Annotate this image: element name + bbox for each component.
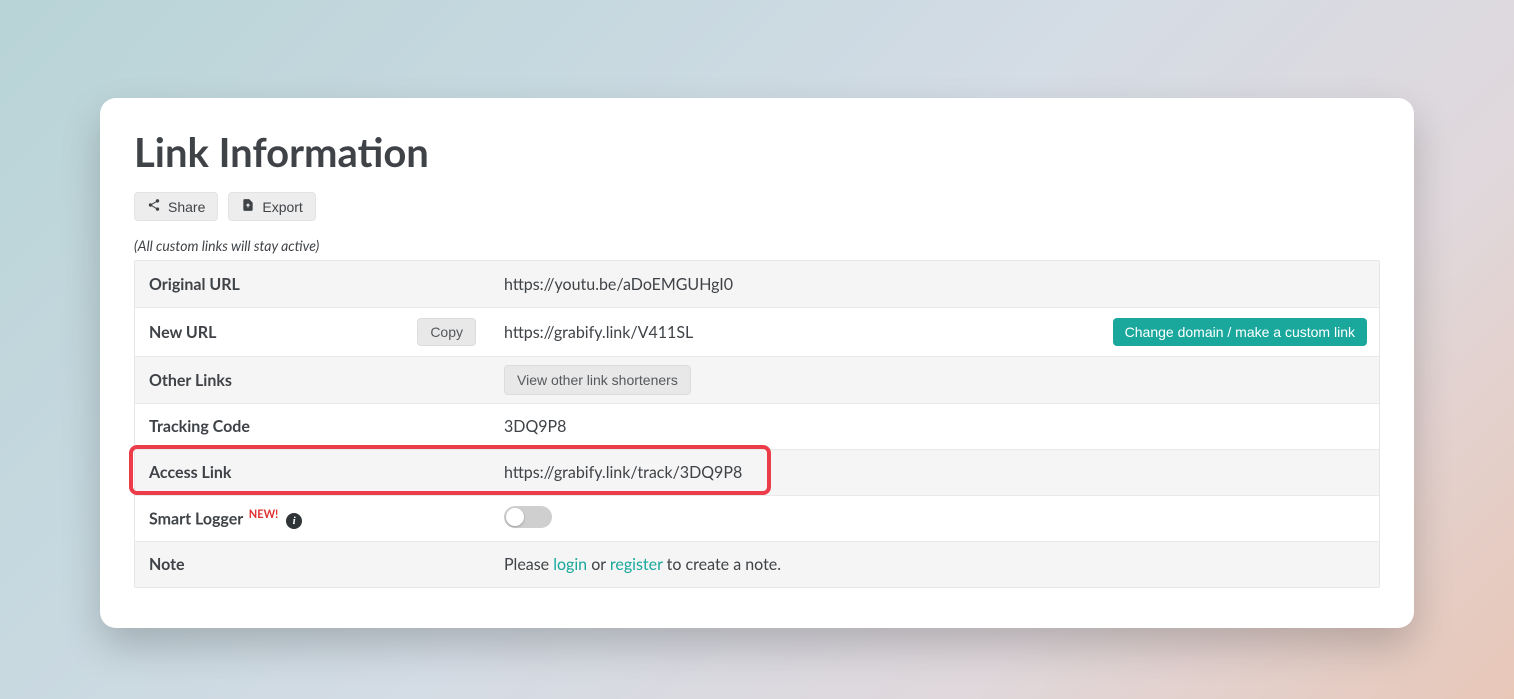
- label-access-link: Access Link: [135, 449, 490, 495]
- row-other-links: Other Links View other link shorteners: [135, 356, 1379, 403]
- share-button[interactable]: Share: [134, 192, 218, 221]
- row-tracking-code: Tracking Code 3DQ9P8: [135, 403, 1379, 449]
- value-new-url: https://grabify.link/V411SL Change domai…: [490, 307, 1379, 356]
- value-access-link: https://grabify.link/track/3DQ9P8: [490, 449, 1379, 495]
- label-other-links: Other Links: [135, 356, 490, 403]
- value-tracking-code: 3DQ9P8: [490, 403, 1379, 449]
- row-smart-logger: Smart Logger NEW! i: [135, 495, 1379, 541]
- login-link[interactable]: login: [553, 555, 587, 574]
- value-new-url-text: https://grabify.link/V411SL: [504, 323, 693, 342]
- page-title: Link Information: [134, 128, 1380, 176]
- toggle-knob: [506, 508, 524, 526]
- share-icon: [147, 198, 161, 215]
- value-original-url: https://youtu.be/aDoEMGUHgI0: [490, 261, 1379, 307]
- table-wrapper: Original URL https://youtu.be/aDoEMGUHgI…: [134, 260, 1380, 588]
- smart-logger-toggle[interactable]: [504, 506, 552, 528]
- action-row: Share Export: [134, 192, 1380, 221]
- view-other-link-shorteners-button[interactable]: View other link shorteners: [504, 365, 691, 395]
- value-note: Please login or register to create a not…: [490, 541, 1379, 587]
- export-icon: [241, 198, 255, 215]
- copy-button[interactable]: Copy: [417, 318, 476, 346]
- label-smart-logger-text: Smart Logger: [149, 510, 243, 529]
- label-original-url: Original URL: [135, 261, 490, 307]
- row-original-url: Original URL https://youtu.be/aDoEMGUHgI…: [135, 261, 1379, 307]
- label-tracking-code: Tracking Code: [135, 403, 490, 449]
- export-button[interactable]: Export: [228, 192, 315, 221]
- subnote: (All custom links will stay active): [134, 237, 1380, 254]
- info-icon[interactable]: i: [286, 513, 302, 529]
- new-badge: NEW!: [249, 508, 278, 521]
- row-access-link: Access Link https://grabify.link/track/3…: [135, 449, 1379, 495]
- note-prefix: Please: [504, 555, 553, 574]
- value-other-links: View other link shorteners: [490, 356, 1379, 403]
- link-info-table: Original URL https://youtu.be/aDoEMGUHgI…: [134, 260, 1380, 588]
- row-note: Note Please login or register to create …: [135, 541, 1379, 587]
- label-note: Note: [135, 541, 490, 587]
- row-new-url: New URL Copy https://grabify.link/V411SL…: [135, 307, 1379, 356]
- change-domain-button[interactable]: Change domain / make a custom link: [1113, 318, 1367, 346]
- note-mid: or: [587, 555, 610, 574]
- share-button-label: Share: [168, 199, 205, 215]
- register-link[interactable]: register: [610, 555, 663, 574]
- label-new-url: New URL Copy: [135, 307, 490, 356]
- export-button-label: Export: [262, 199, 302, 215]
- link-information-card: Link Information Share Export (All custo…: [100, 98, 1414, 628]
- label-new-url-text: New URL: [149, 323, 216, 342]
- label-smart-logger: Smart Logger NEW! i: [135, 495, 490, 541]
- value-smart-logger: [490, 495, 1379, 541]
- note-suffix: to create a note.: [663, 555, 781, 574]
